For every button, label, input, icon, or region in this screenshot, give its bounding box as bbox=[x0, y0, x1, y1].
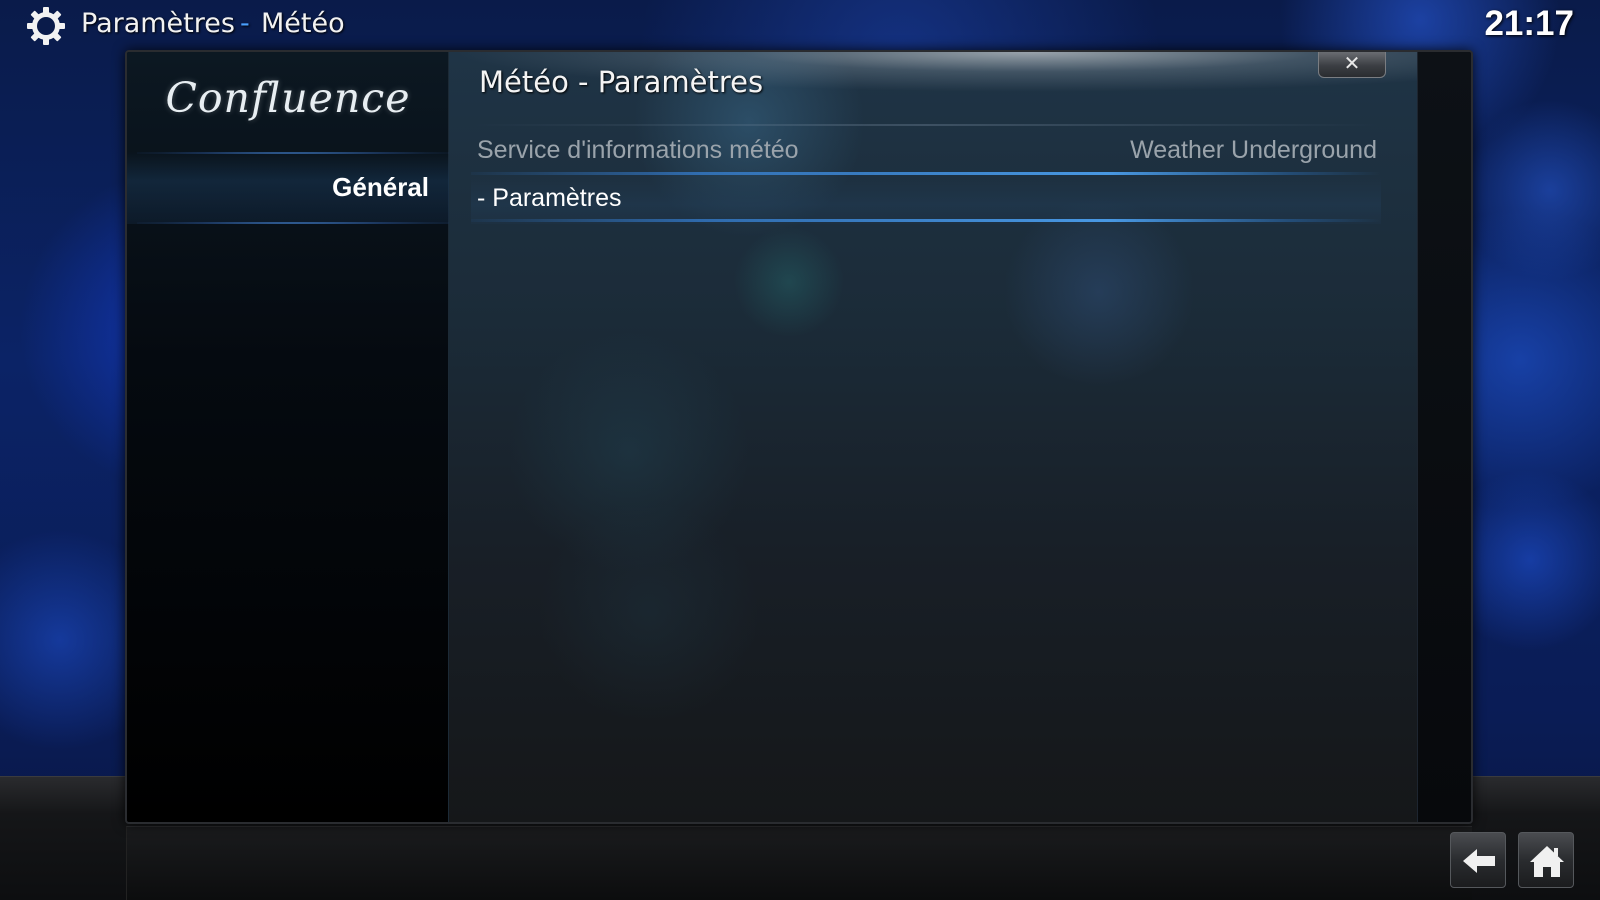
sidebar: Confluence Général bbox=[127, 52, 449, 822]
setting-row-parameters[interactable]: - Paramètres bbox=[471, 176, 1381, 224]
confluence-logo: Confluence bbox=[165, 74, 411, 122]
home-icon bbox=[1530, 846, 1564, 877]
clock: 21:17 bbox=[1484, 4, 1574, 43]
close-button[interactable]: ✕ bbox=[1318, 52, 1386, 78]
breadcrumb-root: Paramètres bbox=[81, 8, 235, 39]
setting-label: - Paramètres bbox=[477, 184, 622, 212]
header: Paramètres - Météo 21:17 bbox=[0, 0, 1600, 52]
setting-row-weather-service[interactable]: Service d'informations météo Weather Und… bbox=[471, 128, 1381, 176]
title-divider bbox=[471, 124, 1381, 126]
back-arrow-icon bbox=[1463, 849, 1495, 873]
sidebar-item-general[interactable]: Général bbox=[127, 152, 449, 224]
bottom-panel bbox=[126, 826, 1472, 900]
sidebar-item-label: Général bbox=[332, 172, 429, 202]
setting-label: Service d'informations météo bbox=[477, 136, 799, 164]
home-button[interactable] bbox=[1518, 832, 1574, 888]
row-divider bbox=[471, 172, 1381, 175]
gear-icon bbox=[27, 7, 65, 45]
breadcrumb-current: Météo bbox=[261, 8, 345, 39]
back-button[interactable] bbox=[1450, 832, 1506, 888]
screen: Paramètres - Météo 21:17 Confluence Géné… bbox=[0, 0, 1600, 900]
dialog-title: Météo - Paramètres bbox=[479, 65, 764, 99]
right-strip bbox=[1417, 52, 1471, 822]
setting-value: Weather Underground bbox=[1130, 136, 1377, 164]
row-divider bbox=[471, 219, 1381, 222]
settings-dialog: Confluence Général Météo - Paramètres ✕ … bbox=[125, 50, 1473, 824]
breadcrumb-separator: - bbox=[240, 8, 250, 39]
